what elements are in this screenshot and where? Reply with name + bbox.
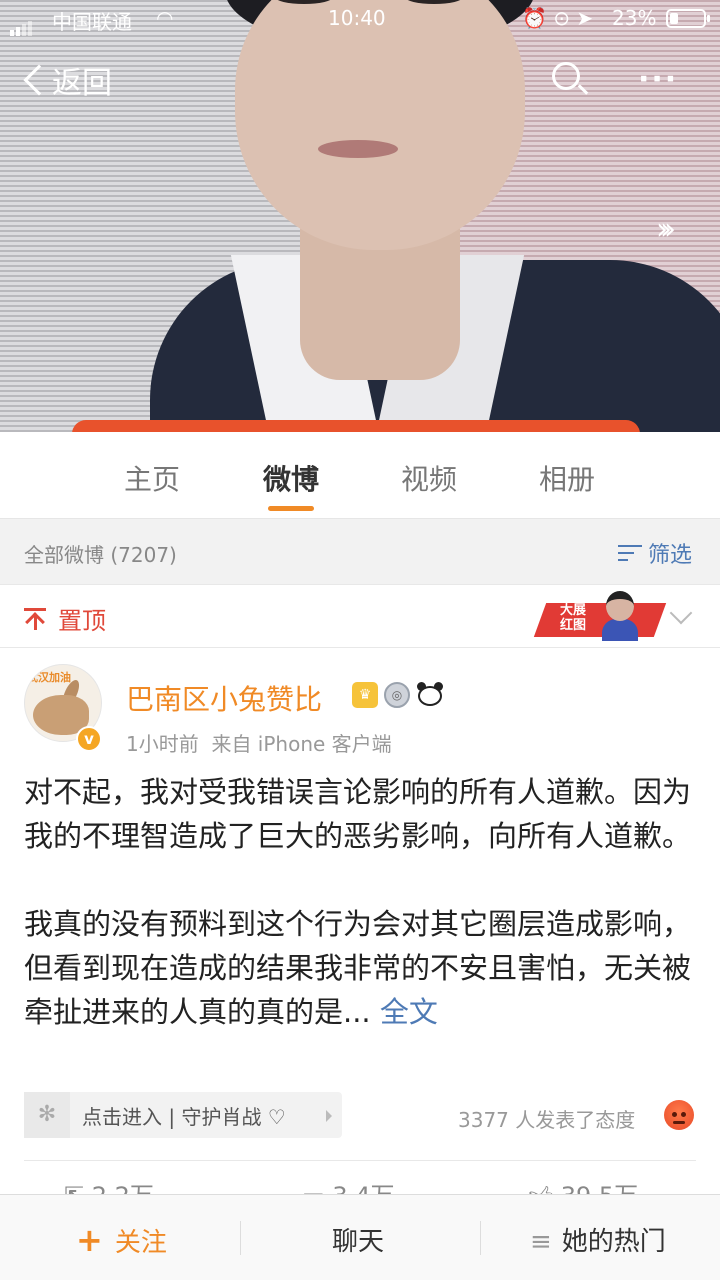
supertopic-label: 点击进入 | 守护肖战 ♡ [82, 1104, 286, 1129]
divider [24, 1160, 696, 1161]
post-card[interactable]: 武汉加油 v 巴南区小兔赞比 ♛ ◎ 1小时前 来自 iPhone 客户端 对不… [0, 648, 720, 1210]
post-count: 全部微博 (7207) [24, 543, 177, 567]
filter-icon [618, 543, 642, 563]
promo-text: 大展红图 [560, 603, 587, 633]
back-button[interactable]: 返回 [22, 58, 112, 102]
tab-video[interactable]: 视频 [369, 458, 489, 498]
tab-album[interactable]: 相册 [507, 458, 627, 498]
bottom-action-bar: + 关注 聊天 ≡ 她的热门 [0, 1194, 720, 1280]
back-label: 返回 [52, 66, 112, 101]
angry-emoji-icon[interactable] [664, 1100, 694, 1130]
read-more-link[interactable]: 全文 [380, 995, 438, 1029]
post-paragraph-2: 我真的没有预料到这个行为会对其它圈层造成影响，但看到现在造成的结果我非常的不安且… [24, 907, 692, 1029]
post-meta: 1小时前 来自 iPhone 客户端 [126, 728, 392, 757]
follow-label: 关注 [114, 1228, 167, 1258]
tab-weibo[interactable]: 微博 [231, 458, 351, 498]
follow-button[interactable]: + 关注 [76, 1221, 167, 1259]
chevron-down-icon[interactable] [669, 601, 693, 625]
filter-label: 筛选 [648, 543, 693, 568]
author-name[interactable]: 巴南区小兔赞比 [126, 678, 322, 718]
plus-icon: + [76, 1221, 103, 1259]
promo-sticker: 大展红图 [533, 589, 667, 645]
filter-button[interactable]: 筛选 [618, 537, 692, 569]
post-text[interactable]: 对不起，我对受我错误言论影响的所有人道歉。因为我的不理智造成了巨大的恶劣影响，向… [24, 770, 704, 1034]
pinned-label: 置顶 [58, 607, 106, 635]
pinned-header[interactable]: 置顶 大展红图 [0, 584, 720, 648]
medal-badge-icon[interactable]: ◎ [384, 682, 410, 708]
supertopic-icon: ✻ [24, 1092, 70, 1138]
verified-badge-icon: v [76, 726, 102, 752]
hot-label: 她的热门 [561, 1227, 666, 1257]
reaction-summary[interactable]: 3377 人发表了态度 [458, 1104, 635, 1133]
divider [240, 1221, 241, 1255]
chat-button[interactable]: 聊天 [332, 1221, 384, 1258]
status-bar: 中国联通 ◠ 10:40 ⏰ ⊙ ➤ 23% [0, 0, 720, 38]
carrier-name: 中国联通 [52, 10, 132, 34]
clock: 10:40 [328, 6, 386, 30]
battery-icon [666, 9, 710, 28]
expand-arrows-icon[interactable]: ››› [656, 212, 676, 247]
pin-top-icon [24, 607, 46, 632]
crown-badge-icon[interactable]: ♛ [352, 682, 378, 708]
profile-tabs: 主页 微博 视频 相册 [0, 432, 720, 518]
chevron-left-icon [23, 64, 55, 96]
wifi-icon: ◠ [156, 6, 174, 30]
user-badges: ♛ ◎ [352, 682, 444, 708]
battery-percentage: 23% [612, 6, 657, 30]
more-options-button[interactable]: ··· [638, 62, 678, 97]
signal-icon [10, 12, 34, 36]
hot-posts-button[interactable]: ≡ 她的热门 [530, 1221, 666, 1258]
active-tab-indicator [268, 506, 314, 511]
panda-badge-icon[interactable] [416, 682, 444, 708]
tab-home[interactable]: 主页 [92, 458, 212, 498]
post-filter-row: 全部微博 (7207) 筛选 [0, 518, 720, 584]
post-paragraph-1: 对不起，我对受我错误言论影响的所有人道歉。因为我的不理智造成了巨大的恶劣影响，向… [24, 775, 692, 853]
search-icon[interactable] [550, 60, 590, 100]
list-icon: ≡ [530, 1227, 552, 1257]
chevron-right-icon [326, 1110, 332, 1122]
alarm-location-icons: ⏰ ⊙ ➤ [522, 6, 594, 30]
post-source: 来自 iPhone 客户端 [211, 732, 392, 756]
supertopic-chip[interactable]: ✻ 点击进入 | 守护肖战 ♡ [24, 1092, 342, 1138]
avatar-tag: 武汉加油 [27, 671, 71, 684]
divider [480, 1221, 481, 1255]
pinned-label-group: 置顶 [24, 601, 106, 636]
post-time: 1小时前 [126, 732, 199, 756]
